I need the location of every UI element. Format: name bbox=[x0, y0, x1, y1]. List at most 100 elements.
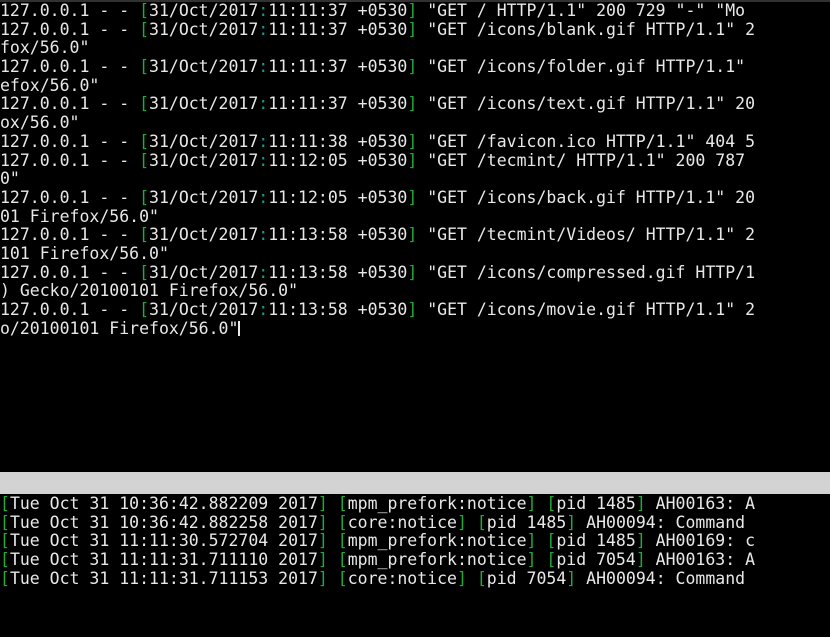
log-date-time-separator: : bbox=[258, 300, 268, 319]
terminal-window[interactable]: 127.0.0.1 - - [31/Oct/2017:11:11:37 +053… bbox=[0, 0, 830, 637]
log-bracket-open: [ bbox=[139, 2, 149, 20]
error-log-line: [Tue Oct 31 10:36:42.882258 2017] [core:… bbox=[0, 514, 830, 533]
error-pid: pid 1485 bbox=[556, 495, 635, 513]
error-timestamp: Tue Oct 31 10:36:42.882258 2017 bbox=[10, 513, 318, 532]
error-pid-bracket-open: [ bbox=[536, 495, 556, 513]
log-request: "GET /icons/movie.gif HTTP/1.1" 2 bbox=[417, 300, 755, 319]
error-pid-bracket-close: ] bbox=[636, 531, 646, 550]
error-module-bracket-open: [ bbox=[328, 531, 348, 550]
log-line-wrapped: ox/56.0" bbox=[0, 114, 830, 133]
log-line-wrapped: fox/56.0" bbox=[0, 39, 830, 58]
log-line-wrapped: efox/56.0" bbox=[0, 77, 830, 96]
log-date: 31/Oct/2017 bbox=[149, 263, 258, 282]
error-module: core:notice bbox=[348, 569, 457, 588]
error-module-bracket-open: [ bbox=[328, 495, 348, 513]
log-date-time-separator: : bbox=[258, 263, 268, 282]
error-bracket-close: ] bbox=[318, 569, 328, 588]
log-request: "GET /icons/back.gif HTTP/1.1" 20 bbox=[417, 188, 755, 207]
error-pid-bracket-close: ] bbox=[636, 495, 646, 513]
log-time: 11:11:38 bbox=[268, 132, 347, 151]
log-date: 31/Oct/2017 bbox=[149, 132, 258, 151]
log-time: 11:12:05 bbox=[268, 188, 347, 207]
log-bracket-close: ] bbox=[407, 225, 417, 244]
log-date: 31/Oct/2017 bbox=[149, 151, 258, 170]
log-line-wrapped: 101 Firefox/56.0" bbox=[0, 245, 830, 264]
log-line: 127.0.0.1 - - [31/Oct/2017:11:11:37 +053… bbox=[0, 58, 830, 77]
error-module-bracket-close: ] bbox=[527, 550, 537, 569]
log-date: 31/Oct/2017 bbox=[149, 20, 258, 39]
log-date-time-separator: : bbox=[258, 188, 268, 207]
log-line-text: ) Gecko/20100101 Firefox/56.0" bbox=[0, 281, 298, 300]
log-line-wrapped: o/20100101 Firefox/56.0" bbox=[0, 320, 830, 339]
log-time: 11:11:37 bbox=[268, 2, 347, 20]
log-date-time-separator: : bbox=[258, 57, 268, 76]
log-line-text: 0" bbox=[0, 169, 20, 188]
log-bracket-open: [ bbox=[139, 188, 149, 207]
log-line: 127.0.0.1 - - [31/Oct/2017:11:11:38 +053… bbox=[0, 133, 830, 152]
log-request: "GET /icons/blank.gif HTTP/1.1" 2 bbox=[417, 20, 755, 39]
log-time: 11:13:58 bbox=[268, 263, 347, 282]
log-line: 127.0.0.1 - - [31/Oct/2017:11:11:37 +053… bbox=[0, 2, 830, 21]
log-bracket-open: [ bbox=[139, 151, 149, 170]
log-date-time-separator: : bbox=[258, 94, 268, 113]
log-request: "GET /tecmint/ HTTP/1.1" 200 787 bbox=[417, 151, 755, 170]
log-timezone: +0530 bbox=[348, 263, 408, 282]
log-client-ip: 127.0.0.1 - - bbox=[0, 20, 139, 39]
log-line: 127.0.0.1 - - [31/Oct/2017:11:12:05 +053… bbox=[0, 189, 830, 208]
error-module: core:notice bbox=[348, 513, 457, 532]
log-date: 31/Oct/2017 bbox=[149, 94, 258, 113]
text-cursor bbox=[238, 321, 240, 336]
log-client-ip: 127.0.0.1 - - bbox=[0, 263, 139, 282]
log-request: "GET /icons/text.gif HTTP/1.1" 20 bbox=[417, 94, 755, 113]
log-timezone: +0530 bbox=[348, 300, 408, 319]
log-date: 31/Oct/2017 bbox=[149, 57, 258, 76]
log-bracket-open: [ bbox=[139, 300, 149, 319]
error-pid: pid 7054 bbox=[556, 550, 635, 569]
error-module-bracket-close: ] bbox=[457, 569, 467, 588]
log-date: 31/Oct/2017 bbox=[149, 225, 258, 244]
log-timezone: +0530 bbox=[348, 57, 408, 76]
log-bracket-close: ] bbox=[407, 151, 417, 170]
log-bracket-open: [ bbox=[139, 132, 149, 151]
log-bracket-open: [ bbox=[139, 263, 149, 282]
error-module-bracket-open: [ bbox=[328, 569, 348, 588]
error-log-pane[interactable]: [Tue Oct 31 10:36:42.882209 2017] [mpm_p… bbox=[0, 495, 830, 637]
log-client-ip: 127.0.0.1 - - bbox=[0, 57, 139, 76]
error-timestamp: Tue Oct 31 11:11:31.711110 2017 bbox=[10, 550, 318, 569]
log-line: 127.0.0.1 - - [31/Oct/2017:11:12:05 +053… bbox=[0, 152, 830, 171]
error-pid-bracket-open: [ bbox=[467, 569, 487, 588]
error-pid: pid 1485 bbox=[487, 513, 566, 532]
error-pid-bracket-open: [ bbox=[467, 513, 487, 532]
log-bracket-open: [ bbox=[139, 57, 149, 76]
log-line: 127.0.0.1 - - [31/Oct/2017:11:11:37 +053… bbox=[0, 95, 830, 114]
log-bracket-close: ] bbox=[407, 57, 417, 76]
multitail-status-bar[interactable]: 00] /var/log/apache2/access.log *Press F… bbox=[0, 472, 830, 494]
log-line: 127.0.0.1 - - [31/Oct/2017:11:13:58 +053… bbox=[0, 264, 830, 283]
log-client-ip: 127.0.0.1 - - bbox=[0, 225, 139, 244]
access-log-pane[interactable]: 127.0.0.1 - - [31/Oct/2017:11:11:37 +053… bbox=[0, 2, 830, 472]
error-pid: pid 1485 bbox=[556, 531, 635, 550]
error-module: mpm_prefork:notice bbox=[348, 495, 527, 513]
log-client-ip: 127.0.0.1 - - bbox=[0, 94, 139, 113]
log-date-time-separator: : bbox=[258, 20, 268, 39]
log-client-ip: 127.0.0.1 - - bbox=[0, 188, 139, 207]
log-line-text: 01 Firefox/56.0" bbox=[0, 207, 159, 226]
log-time: 11:13:58 bbox=[268, 225, 347, 244]
log-client-ip: 127.0.0.1 - - bbox=[0, 2, 139, 20]
log-bracket-close: ] bbox=[407, 20, 417, 39]
log-line-text: 101 Firefox/56.0" bbox=[0, 244, 169, 263]
log-request: "GET /tecmint/Videos/ HTTP/1.1" 2 bbox=[417, 225, 755, 244]
error-bracket-open: [ bbox=[0, 513, 10, 532]
log-timezone: +0530 bbox=[348, 2, 408, 20]
error-bracket-close: ] bbox=[318, 550, 328, 569]
log-bracket-close: ] bbox=[407, 132, 417, 151]
log-bracket-close: ] bbox=[407, 263, 417, 282]
error-module-bracket-close: ] bbox=[457, 513, 467, 532]
error-pid-bracket-open: [ bbox=[536, 531, 556, 550]
error-module-bracket-open: [ bbox=[328, 550, 348, 569]
log-line-text: o/20100101 Firefox/56.0" bbox=[0, 319, 238, 338]
error-message: AH00163: A bbox=[646, 495, 755, 513]
error-bracket-open: [ bbox=[0, 531, 10, 550]
log-date-time-separator: : bbox=[258, 151, 268, 170]
error-module-bracket-close: ] bbox=[527, 495, 537, 513]
